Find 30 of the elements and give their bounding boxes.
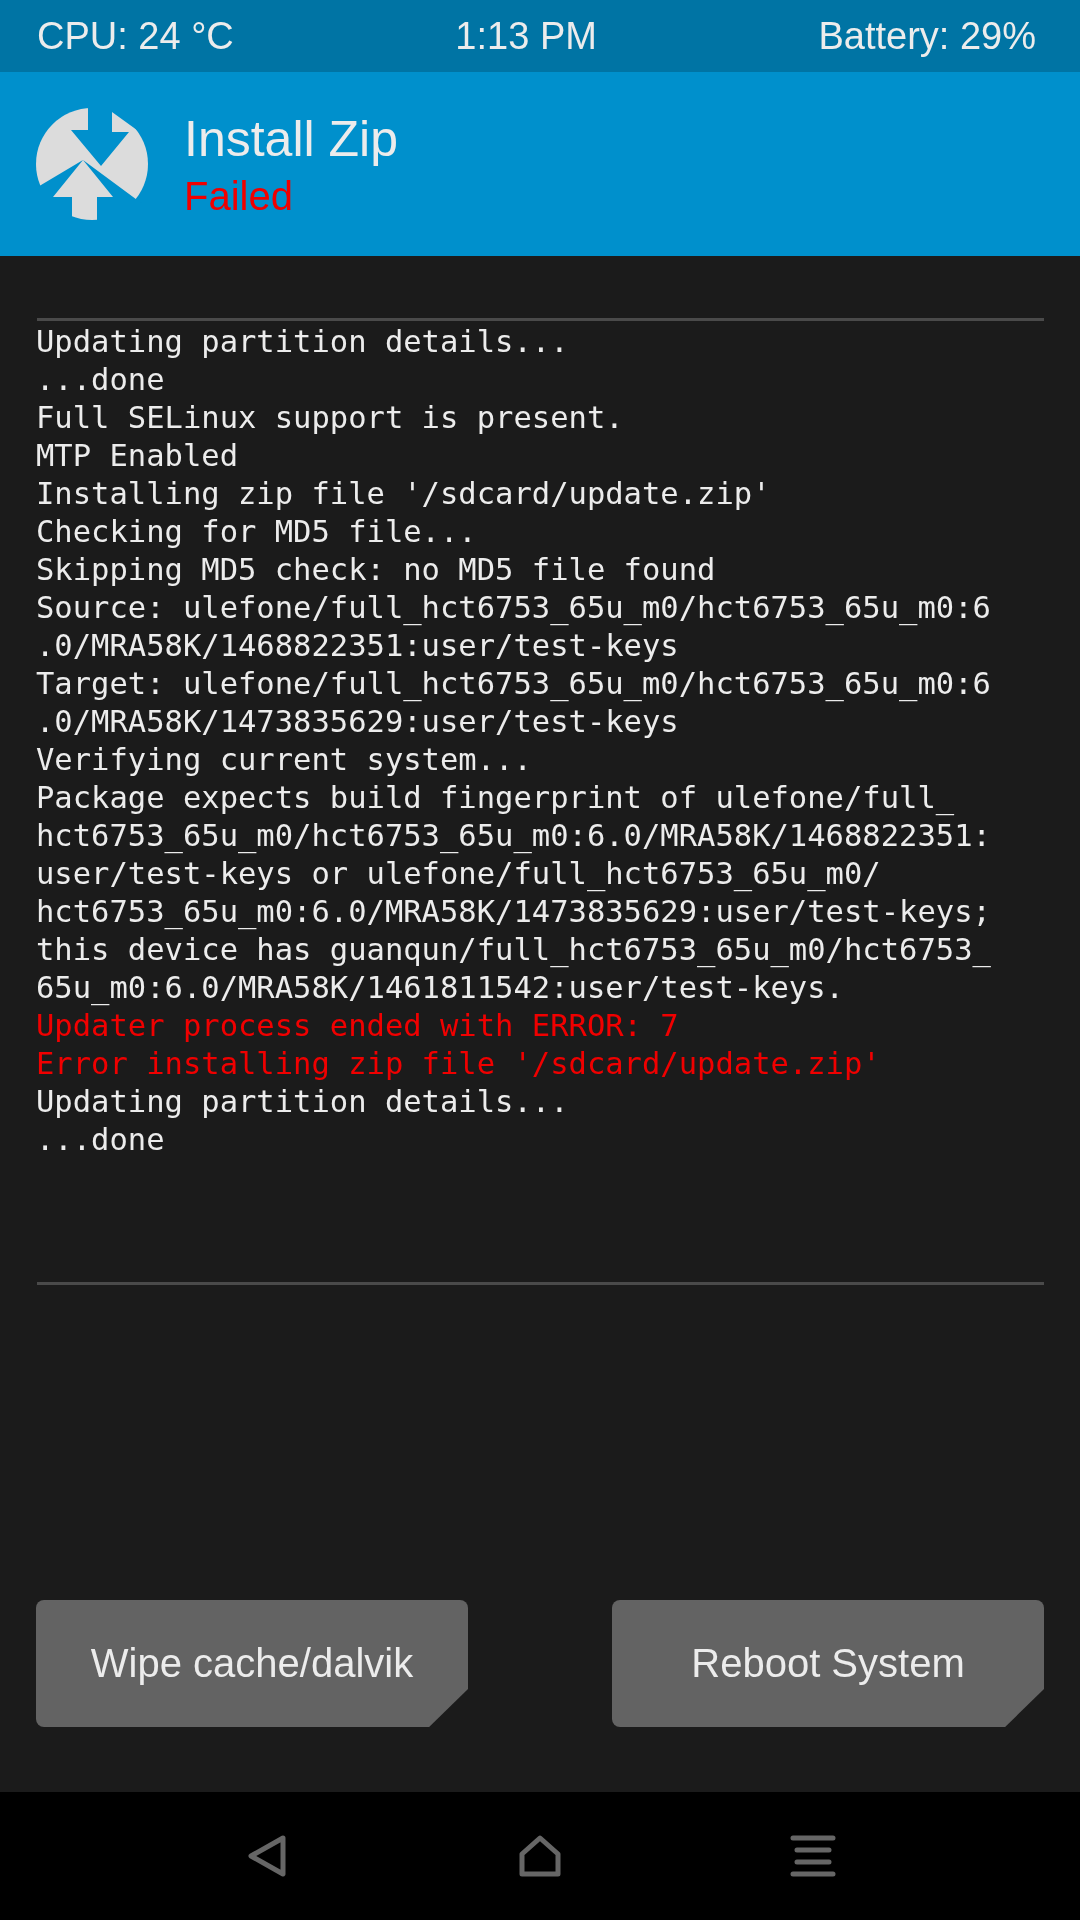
log-line: this device has guanqun/full_hct6753_65u_m0/hct6753_	[36, 931, 991, 969]
clock: 1:13 PM	[455, 14, 597, 58]
log-line: Target: ulefone/full_hct6753_65u_m0/hct6753_65u_m0:6	[36, 665, 991, 703]
action-button[interactable]: Wipe cache/dalvik	[36, 1600, 468, 1727]
log-line: .0/MRA58K/1468822351:user/test-keys	[36, 627, 679, 665]
log-line: Full SELinux support is present.	[36, 399, 624, 437]
screen-title: Install Zip	[184, 109, 398, 168]
cpu-temperature: CPU: 24 °C	[37, 14, 234, 58]
error-line: Error installing zip file '/sdcard/update.zip'	[36, 1045, 881, 1083]
log-line: Skipping MD5 check: no MD5 file found	[36, 551, 716, 589]
log-line: MTP Enabled	[36, 437, 238, 475]
log-line: Package expects build fingerprint of ulefone/full_	[36, 779, 955, 817]
log-line: Verifying current system...	[36, 741, 532, 779]
log-line: .0/MRA58K/1473835629:user/test-keys	[36, 703, 679, 741]
log-line: user/test-keys or ulefone/full_hct6753_65u_m0/	[36, 855, 881, 893]
log-line: ...done	[36, 361, 165, 399]
log-line: 65u_m0:6.0/MRA58K/1461811542:user/test-keys.	[36, 969, 844, 1007]
log-line: Checking for MD5 file...	[36, 513, 477, 551]
log-line: Updating partition details...	[36, 1083, 569, 1121]
battery-level: Battery: 29%	[818, 14, 1036, 58]
install-status: Failed	[184, 173, 294, 219]
log-line: Source: ulefone/full_hct6753_65u_m0/hct6753_65u_m0:6	[36, 589, 991, 627]
log-line: Updating partition details...	[36, 323, 569, 361]
log-line: hct6753_65u_m0:6.0/MRA58K/1473835629:user/test-keys;	[36, 893, 991, 931]
log-line: hct6753_65u_m0/hct6753_65u_m0:6.0/MRA58K/1468822351:	[36, 817, 991, 855]
log-line: ...done	[36, 1121, 165, 1159]
logo-icon	[36, 108, 148, 220]
log-line: Installing zip file '/sdcard/update.zip'	[36, 475, 771, 513]
error-line: Updater process ended with ERROR: 7	[36, 1007, 679, 1045]
action-button[interactable]: Reboot System	[612, 1600, 1044, 1727]
